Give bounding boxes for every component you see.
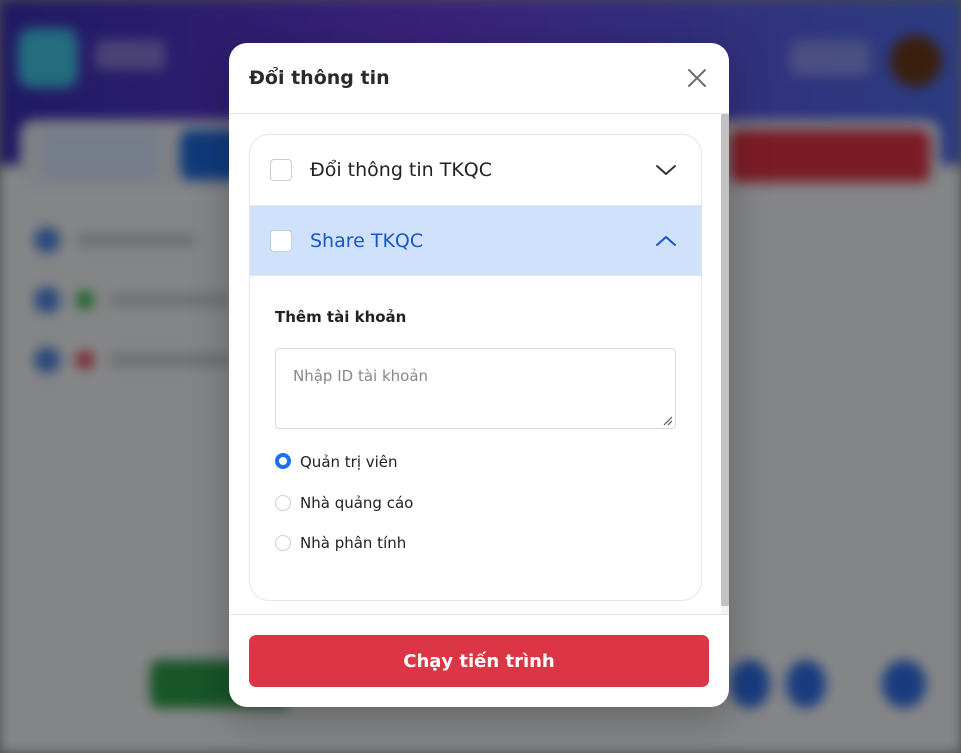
section-change-info-header[interactable]: Đổi thông tin TKQC — [250, 135, 701, 206]
modal-scrollbar-thumb[interactable] — [721, 114, 729, 606]
modal-title: Đổi thông tin — [249, 67, 390, 89]
account-id-placeholder: Nhập ID tài khoản — [293, 367, 429, 385]
section-change-info-checkbox[interactable] — [270, 159, 292, 181]
chevron-up-icon[interactable] — [653, 228, 679, 254]
modal-body: Đổi thông tin TKQC Share TKQC Thêm tài k… — [229, 114, 729, 614]
role-radio-group: Quản trị viên Nhà quảng cáo Nhà phân tín… — [275, 453, 676, 563]
modal-footer: Chạy tiến trình — [229, 614, 729, 707]
modal-header: Đổi thông tin — [229, 43, 729, 114]
section-change-info-label: Đổi thông tin TKQC — [310, 159, 493, 181]
section-share-header[interactable]: Share TKQC — [250, 206, 701, 276]
section-share-label: Share TKQC — [310, 229, 424, 252]
options-accordion: Đổi thông tin TKQC Share TKQC Thêm tài k… — [249, 134, 702, 601]
role-option-admin[interactable]: Quản trị viên — [275, 453, 676, 483]
role-analyst-radio[interactable] — [275, 535, 291, 551]
close-button[interactable] — [683, 64, 711, 92]
account-id-input[interactable]: Nhập ID tài khoản — [275, 348, 676, 429]
section-share-checkbox[interactable] — [270, 229, 292, 252]
role-admin-label: Quản trị viên — [300, 453, 398, 471]
section-share-content: Thêm tài khoản Nhập ID tài khoản Quản tr… — [250, 276, 701, 563]
role-option-advertiser[interactable]: Nhà quảng cáo — [275, 483, 676, 523]
role-analyst-label: Nhà phân tính — [300, 534, 407, 552]
run-process-button[interactable]: Chạy tiến trình — [249, 635, 709, 687]
resize-handle-icon[interactable] — [663, 416, 673, 426]
change-info-modal: Đổi thông tin Đổi thông tin TKQC Share T… — [229, 43, 729, 707]
role-advertiser-label: Nhà quảng cáo — [300, 494, 414, 512]
role-admin-radio[interactable] — [275, 453, 291, 469]
close-icon — [688, 69, 706, 87]
add-account-label: Thêm tài khoản — [275, 308, 407, 326]
role-option-analyst[interactable]: Nhà phân tính — [275, 523, 676, 563]
role-advertiser-radio[interactable] — [275, 495, 291, 511]
chevron-down-icon[interactable] — [653, 157, 679, 183]
modal-scrollbar-track[interactable] — [721, 114, 729, 614]
